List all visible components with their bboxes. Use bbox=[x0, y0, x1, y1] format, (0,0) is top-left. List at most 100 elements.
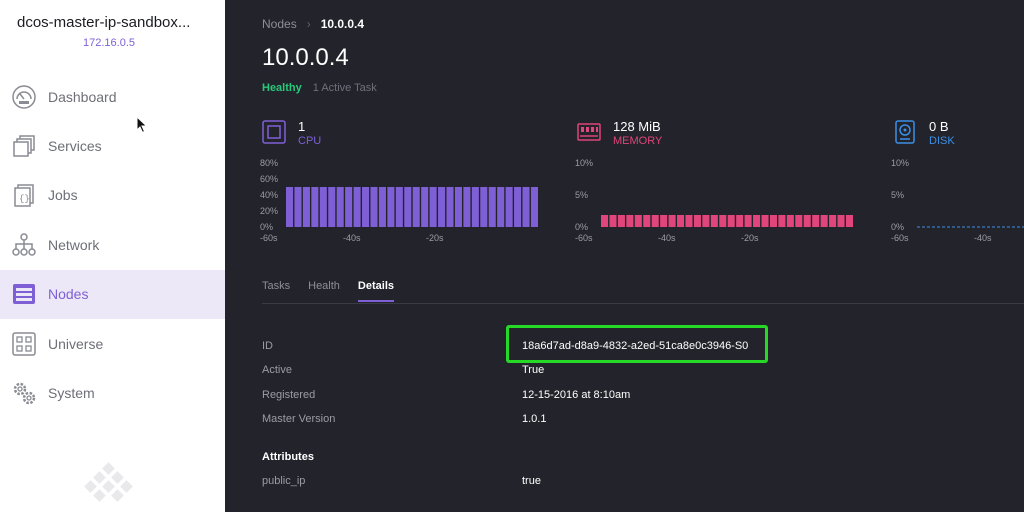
chart-bar bbox=[609, 215, 617, 227]
chart-bar bbox=[345, 187, 353, 227]
chart-bar bbox=[514, 187, 522, 227]
chart-bar bbox=[530, 187, 538, 227]
x-tick-label: -60s bbox=[575, 233, 593, 243]
chart-bar bbox=[634, 215, 642, 227]
sidebar-item-network[interactable]: Network bbox=[0, 220, 225, 269]
chart-bar bbox=[480, 187, 488, 227]
y-tick-label: 10% bbox=[891, 158, 909, 168]
chart-bar bbox=[387, 187, 395, 227]
chart-bar bbox=[328, 187, 336, 227]
chart-bar bbox=[761, 215, 769, 227]
chart-bar bbox=[463, 187, 471, 227]
chart-bar bbox=[522, 187, 530, 227]
chart-bar bbox=[319, 187, 327, 227]
attribute-value: true bbox=[522, 475, 541, 487]
disk-icon bbox=[895, 120, 915, 144]
sidebar-item-services[interactable]: Services bbox=[0, 121, 225, 170]
nodes-icon bbox=[10, 280, 38, 308]
sidebar-item-nodes[interactable]: Nodes bbox=[0, 269, 225, 319]
x-tick-label: -40s bbox=[343, 233, 361, 243]
sidebar-item-label: Dashboard bbox=[48, 88, 117, 105]
x-tick-label: -60s bbox=[260, 233, 278, 243]
chart-bar bbox=[421, 187, 429, 227]
cpu-icon bbox=[262, 120, 286, 144]
memory-unit: MEMORY bbox=[613, 135, 663, 147]
chart-bar bbox=[702, 215, 710, 227]
chart-bar bbox=[497, 187, 505, 227]
chart-bar bbox=[660, 215, 668, 227]
chart-bar bbox=[488, 187, 496, 227]
detail-label: Registered bbox=[262, 389, 316, 401]
chart-bar bbox=[778, 215, 786, 227]
chart-bar bbox=[626, 215, 634, 227]
chart-bar bbox=[353, 187, 361, 227]
sidebar-item-label: Universe bbox=[48, 335, 104, 352]
chart-bar bbox=[404, 187, 412, 227]
cluster-name[interactable]: dcos-master-ip-sandbox... bbox=[17, 14, 190, 31]
breadcrumb: Nodes › 10.0.0.4 bbox=[262, 17, 364, 31]
cluster-ip: 172.16.0.5 bbox=[83, 37, 135, 49]
tab-tasks[interactable]: Tasks bbox=[262, 280, 290, 302]
sidebar-item-system[interactable]: System bbox=[0, 368, 225, 417]
disk-metric: 0 B DISK bbox=[893, 120, 955, 148]
sidebar-item-label: Nodes bbox=[48, 286, 89, 303]
x-tick-label: -60s bbox=[891, 233, 909, 243]
memory-metric: 128 MiB MEMORY bbox=[577, 120, 662, 148]
node-id-value: 18a6d7ad-d8a9-4832-a2ed-51ca8e0c3946-S0 bbox=[522, 340, 749, 352]
chart-bar bbox=[837, 215, 845, 227]
y-tick-label: 60% bbox=[260, 174, 278, 184]
chart-bar bbox=[727, 215, 735, 227]
sidebar-item-jobs[interactable]: {} Jobs bbox=[0, 171, 225, 220]
breadcrumb-nodes-link[interactable]: Nodes bbox=[262, 17, 297, 31]
chart-bar bbox=[412, 187, 420, 227]
svg-text:{}: {} bbox=[19, 194, 30, 204]
chart-bar bbox=[651, 215, 659, 227]
chart-bar bbox=[803, 215, 811, 227]
memory-icon bbox=[577, 123, 601, 141]
system-icon bbox=[10, 379, 38, 407]
page-title: 10.0.0.4 bbox=[262, 44, 349, 71]
health-status: Healthy bbox=[262, 82, 302, 94]
detail-label: Active bbox=[262, 364, 292, 376]
disk-unit: DISK bbox=[929, 135, 955, 147]
mouse-cursor-icon bbox=[136, 116, 148, 134]
y-tick-label: 80% bbox=[260, 158, 278, 168]
sidebar-item-dashboard[interactable]: Dashboard bbox=[0, 72, 225, 121]
sidebar-item-label: Jobs bbox=[48, 187, 78, 204]
tab-health[interactable]: Health bbox=[308, 280, 340, 302]
chart-bar bbox=[471, 187, 479, 227]
sidebar-item-label: System bbox=[48, 385, 95, 402]
sidebar-item-label: Services bbox=[48, 138, 102, 155]
chart-bar bbox=[395, 187, 403, 227]
chart-bar bbox=[643, 215, 651, 227]
y-tick-label: 5% bbox=[575, 190, 588, 200]
cpu-unit: CPU bbox=[298, 135, 322, 147]
cpu-chart: 80% 60% 40% 20% 0%-60s -40s -20s bbox=[260, 158, 538, 243]
chart-bar bbox=[710, 215, 718, 227]
chart-bar bbox=[786, 215, 794, 227]
x-tick-label: -20s bbox=[741, 233, 759, 243]
universe-icon bbox=[10, 330, 38, 358]
chart-bar bbox=[677, 215, 685, 227]
tabs-divider bbox=[262, 303, 1024, 304]
chart-bar bbox=[378, 187, 386, 227]
sidebar-item-label: Network bbox=[48, 236, 100, 253]
chart-bar bbox=[370, 187, 378, 227]
breadcrumb-current: 10.0.0.4 bbox=[320, 17, 365, 31]
y-tick-label: 20% bbox=[260, 206, 278, 216]
chevron-right-icon: › bbox=[306, 17, 311, 31]
detail-value: 12-15-2016 at 8:10am bbox=[522, 389, 631, 401]
chart-bar bbox=[302, 187, 310, 227]
detail-label: ID bbox=[262, 340, 273, 352]
chart-bar bbox=[438, 187, 446, 227]
y-tick-label: 0% bbox=[575, 222, 588, 232]
jobs-icon: {} bbox=[10, 181, 38, 209]
chart-bar bbox=[294, 187, 302, 227]
sidebar-item-universe[interactable]: Universe bbox=[0, 319, 225, 368]
chart-bar bbox=[336, 187, 344, 227]
x-tick-label: -40s bbox=[658, 233, 676, 243]
tab-details[interactable]: Details bbox=[357, 280, 394, 302]
services-icon bbox=[10, 132, 38, 160]
chart-bar bbox=[617, 215, 625, 227]
chart-bar bbox=[753, 215, 761, 227]
